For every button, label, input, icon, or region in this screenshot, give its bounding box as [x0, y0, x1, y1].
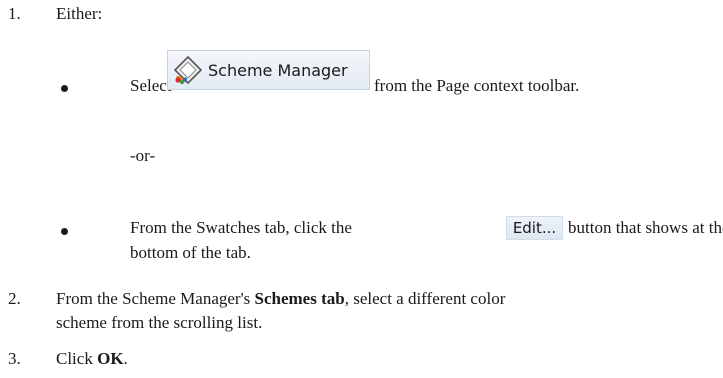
step-1-text: Either: [56, 4, 103, 23]
scheme-manager-icon [172, 54, 204, 86]
or-text: -or- [130, 146, 156, 165]
bullet-option-a [61, 85, 68, 92]
scheme-manager-button[interactable]: Scheme Manager [167, 50, 370, 90]
step-2-line2: scheme from the scrolling list. [56, 313, 263, 332]
scheme-manager-button-label: Scheme Manager [208, 60, 348, 80]
ok-label: OK [97, 349, 124, 368]
step-3-text: Click OK. [56, 349, 128, 369]
step-3-post: . [123, 349, 128, 368]
edit-button[interactable]: Edit... [506, 216, 563, 240]
step-3-number: 3. [8, 349, 21, 368]
option-b-pre-text: From the Swatches tab, click the [130, 218, 352, 237]
step-2-line1-post: , select a different color [344, 289, 506, 308]
option-a-pre-text: Select [130, 76, 172, 95]
step-2-number: 2. [8, 289, 21, 308]
edit-button-label: Edit... [512, 219, 557, 237]
step-2-line1: From the Scheme Manager's Schemes tab, s… [56, 289, 505, 309]
option-a-post-text: from the Page context toolbar. [374, 76, 580, 95]
step-1-number: 1. [8, 4, 21, 23]
option-b-line2-text: bottom of the tab. [130, 243, 251, 262]
bullet-option-b [61, 228, 68, 235]
option-b-post-text: button that shows at the [568, 218, 723, 237]
schemes-tab-label: Schemes tab [254, 289, 345, 308]
step-2-line1-pre: From the Scheme Manager's [56, 289, 255, 308]
step-3-pre: Click [56, 349, 98, 368]
